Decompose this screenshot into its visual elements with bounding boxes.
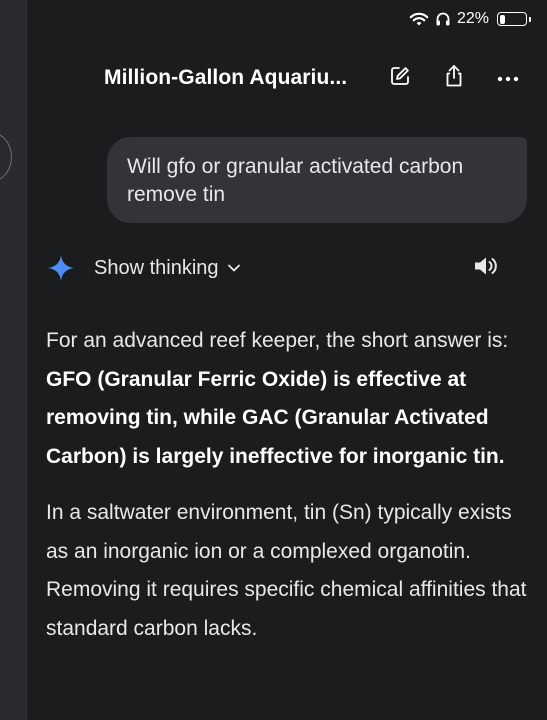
share-icon: [443, 64, 465, 93]
paragraph-1-lead: For an advanced reef keeper, the short a…: [46, 329, 509, 352]
gemini-sparkle-icon: [46, 253, 76, 283]
sidebar-rail: [0, 0, 27, 720]
response-paragraph-2: In a saltwater environment, tin (Sn) typ…: [46, 501, 527, 640]
battery-percentage: 22%: [456, 10, 489, 27]
edit-icon: [389, 65, 411, 92]
chat-header: Million-Gallon Aquariu...: [104, 56, 529, 100]
share-button[interactable]: [433, 57, 475, 99]
status-bar: 22%: [409, 8, 531, 30]
headphones-icon: [435, 11, 451, 27]
battery-cap: [529, 16, 531, 22]
battery-icon: [497, 12, 527, 26]
response-paragraph-1: For an advanced reef keeper, the short a…: [46, 322, 536, 476]
thinking-row: Show thinking: [46, 250, 499, 286]
user-message-bubble: Will gfo or granular activated carbon re…: [107, 137, 527, 223]
wifi-icon: [409, 11, 429, 27]
paragraph-1-bold: GFO (Granular Ferric Oxide) is effective…: [46, 367, 505, 468]
edit-button[interactable]: [379, 57, 421, 99]
rail-button[interactable]: [0, 132, 12, 182]
speaker-icon: [473, 255, 499, 282]
assistant-response: For an advanced reef keeper, the short a…: [46, 322, 536, 666]
battery-level: [499, 14, 505, 24]
read-aloud-button[interactable]: [473, 250, 499, 286]
show-thinking-label: Show thinking: [94, 256, 219, 279]
user-message-text: Will gfo or granular activated carbon re…: [127, 155, 464, 206]
more-button[interactable]: [487, 57, 529, 99]
chevron-down-icon: [227, 263, 241, 273]
app-window: 22% Million-Gallon Aquariu... Will gfo o…: [0, 0, 547, 720]
page-title[interactable]: Million-Gallon Aquariu...: [104, 66, 347, 90]
header-actions: [367, 56, 529, 100]
more-icon: [497, 69, 519, 87]
show-thinking-toggle[interactable]: Show thinking: [94, 257, 241, 280]
